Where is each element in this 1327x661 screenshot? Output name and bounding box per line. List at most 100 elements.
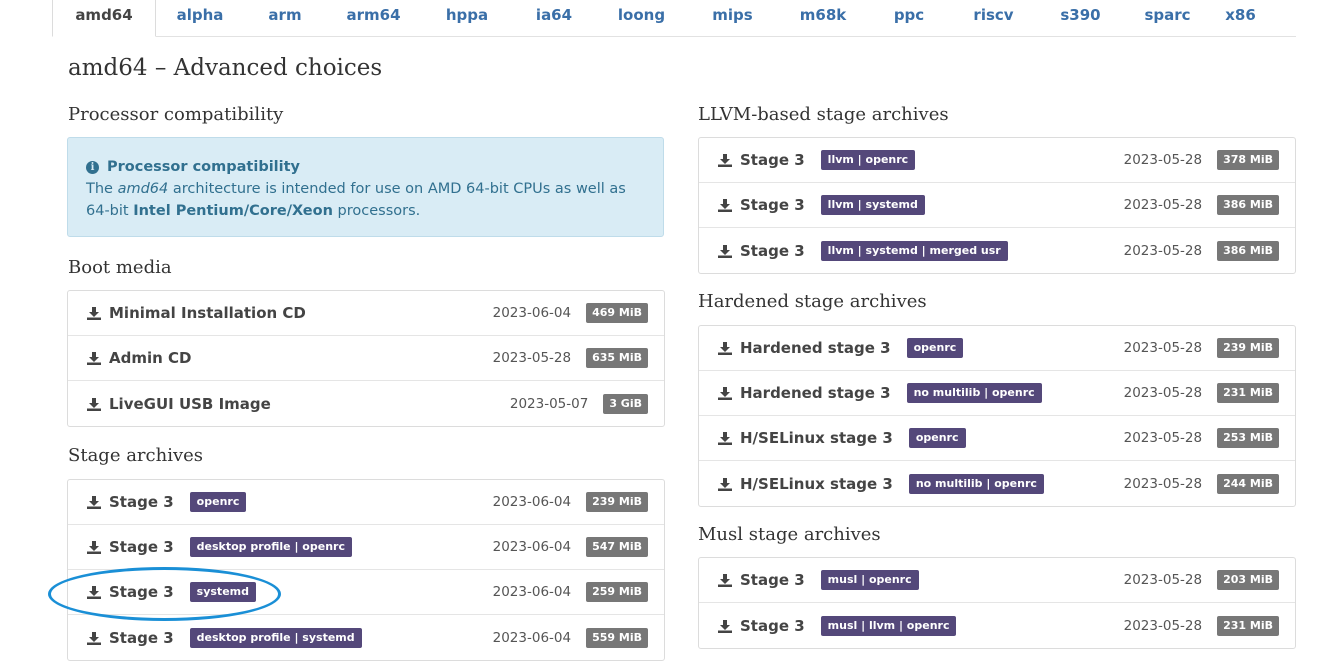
item-name: Stage 3 [740, 616, 805, 635]
list-item[interactable]: Stage 3 desktop profile | systemd 2023-0… [68, 615, 664, 660]
tab-mips[interactable]: mips [688, 0, 777, 36]
info-cpu-names: Intel Pentium/Core/Xeon [133, 203, 333, 219]
list-item[interactable]: Stage 3 musl | openrc 2023-05-28 203 MiB [699, 558, 1295, 603]
tab-alpha[interactable]: alpha [156, 0, 244, 36]
size-badge: 378 MiB [1217, 150, 1279, 170]
variant-badge: openrc [908, 428, 966, 448]
item-date: 2023-05-28 [1123, 385, 1203, 401]
item-name: H/SELinux stage 3 [740, 429, 893, 447]
item-name: Stage 3 [740, 151, 805, 169]
tab-arm64[interactable]: arm64 [326, 0, 421, 36]
download-icon [718, 153, 732, 167]
boot-media-list: Minimal Installation CD 2023-06-04 469 Mi… [67, 290, 665, 427]
download-icon [718, 244, 732, 258]
tab-riscv[interactable]: riscv [949, 0, 1038, 36]
item-name: LiveGUI USB Image [109, 394, 271, 413]
item-name: Hardened stage 3 [740, 384, 891, 402]
tab-x86[interactable]: x86 [1212, 0, 1269, 36]
item-date: 2023-05-28 [1123, 340, 1203, 356]
hardened-list: Hardened stage 3 openrc 2023-05-28 239 Mi… [698, 325, 1296, 507]
download-icon [87, 397, 101, 411]
llvm-heading: LLVM-based stage archives [698, 104, 949, 125]
size-badge: 635 MiB [586, 348, 648, 368]
tab-amd64[interactable]: amd64 [52, 0, 156, 37]
item-name: Hardened stage 3 [740, 339, 891, 357]
architecture-tabs: amd64 alpha arm arm64 hppa ia64 loong mi… [52, 0, 1296, 37]
tab-ppc[interactable]: ppc [869, 0, 949, 36]
info-box-title: i Processor compatibility [86, 156, 645, 178]
list-item[interactable]: Stage 3 openrc 2023-06-04 239 MiB [68, 480, 664, 525]
variant-badge: no multilib | openrc [908, 473, 1044, 494]
size-badge: 386 MiB [1217, 195, 1279, 215]
processor-info-box: i Processor compatibility The amd64 arch… [67, 137, 664, 237]
tab-hppa[interactable]: hppa [421, 0, 513, 36]
variant-badge: desktop profile | openrc [189, 537, 352, 557]
size-badge: 547 MiB [586, 537, 648, 557]
processor-compatibility-heading: Processor compatibility [68, 104, 284, 125]
list-item[interactable]: H/SELinux stage 3 no multilib | openrc 2… [699, 461, 1295, 506]
list-item[interactable]: Stage 3 musl | llvm | openrc 2023-05-28 2… [699, 603, 1295, 648]
item-date: 2023-05-28 [1123, 152, 1203, 168]
tab-s390[interactable]: s390 [1038, 0, 1123, 36]
size-badge: 239 MiB [1217, 338, 1279, 358]
size-badge: 239 MiB [586, 492, 648, 512]
list-item[interactable]: Hardened stage 3 no multilib | openrc 20… [699, 371, 1295, 416]
tab-m68k[interactable]: m68k [777, 0, 869, 36]
size-badge: 259 MiB [586, 582, 648, 602]
size-badge: 203 MiB [1217, 570, 1279, 590]
list-item[interactable]: Stage 3 llvm | systemd | merged usr 2023… [699, 228, 1295, 273]
tab-loong[interactable]: loong [595, 0, 688, 36]
list-item[interactable]: Stage 3 systemd 2023-06-04 259 MiB [68, 570, 664, 615]
list-item[interactable]: Stage 3 desktop profile | openrc 2023-06… [68, 525, 664, 570]
item-date: 2023-05-28 [1123, 572, 1203, 588]
item-name: Stage 3 [740, 571, 805, 589]
info-text-part: processors. [332, 203, 421, 219]
list-item[interactable]: H/SELinux stage 3 openrc 2023-05-28 253 M… [699, 416, 1295, 461]
item-date: 2023-05-28 [1123, 430, 1203, 446]
tab-ia64[interactable]: ia64 [513, 0, 595, 36]
variant-badge: llvm | systemd | merged usr [820, 240, 1008, 261]
boot-media-heading: Boot media [68, 257, 172, 278]
item-name: Stage 3 [109, 493, 174, 511]
list-item[interactable]: Stage 3 llvm | systemd 2023-05-28 386 MiB [699, 183, 1295, 228]
size-badge: 244 MiB [1217, 473, 1279, 494]
size-badge: 469 MiB [586, 303, 648, 323]
tab-sparc[interactable]: sparc [1123, 0, 1212, 36]
info-text-part: The [86, 181, 118, 197]
download-icon [87, 351, 101, 365]
page-title: amd64 – Advanced choices [68, 55, 383, 81]
size-badge: 559 MiB [586, 627, 648, 648]
list-item[interactable]: Hardened stage 3 openrc 2023-05-28 239 Mi… [699, 326, 1295, 371]
stage-archives-heading: Stage archives [68, 445, 204, 466]
item-date: 2023-06-04 [492, 494, 572, 510]
llvm-list: Stage 3 llvm | openrc 2023-05-28 378 MiB … [698, 137, 1296, 274]
info-arch-name: amd64 [117, 181, 169, 197]
variant-badge: desktop profile | systemd [189, 627, 362, 648]
list-item[interactable]: Stage 3 llvm | openrc 2023-05-28 378 MiB [699, 138, 1295, 183]
item-date: 2023-05-28 [492, 350, 572, 366]
item-date: 2023-05-28 [1123, 242, 1203, 259]
tab-arm[interactable]: arm [244, 0, 326, 36]
download-icon [87, 540, 101, 554]
download-icon [87, 306, 101, 320]
download-icon [718, 431, 732, 445]
size-badge: 386 MiB [1217, 240, 1279, 261]
item-date: 2023-05-28 [1123, 475, 1203, 492]
item-name: Stage 3 [740, 241, 805, 260]
size-badge: 231 MiB [1217, 383, 1279, 403]
info-box-text: The amd64 architecture is intended for u… [86, 178, 645, 222]
download-icon [718, 341, 732, 355]
download-icon [87, 495, 101, 509]
list-item[interactable]: LiveGUI USB Image 2023-05-07 3 GiB [68, 381, 664, 426]
item-name: Stage 3 [109, 628, 174, 647]
variant-badge: llvm | openrc [820, 150, 916, 170]
size-badge: 3 GiB [603, 393, 648, 414]
variant-badge: openrc [906, 338, 964, 358]
item-name: Stage 3 [740, 196, 805, 214]
list-item[interactable]: Admin CD 2023-05-28 635 MiB [68, 336, 664, 381]
musl-heading: Musl stage archives [698, 524, 881, 545]
hardened-heading: Hardened stage archives [698, 291, 927, 312]
stage-archives-list: Stage 3 openrc 2023-06-04 239 MiB Stage 3… [67, 479, 665, 661]
list-item[interactable]: Minimal Installation CD 2023-06-04 469 Mi… [68, 291, 664, 336]
item-name: Minimal Installation CD [109, 304, 306, 322]
